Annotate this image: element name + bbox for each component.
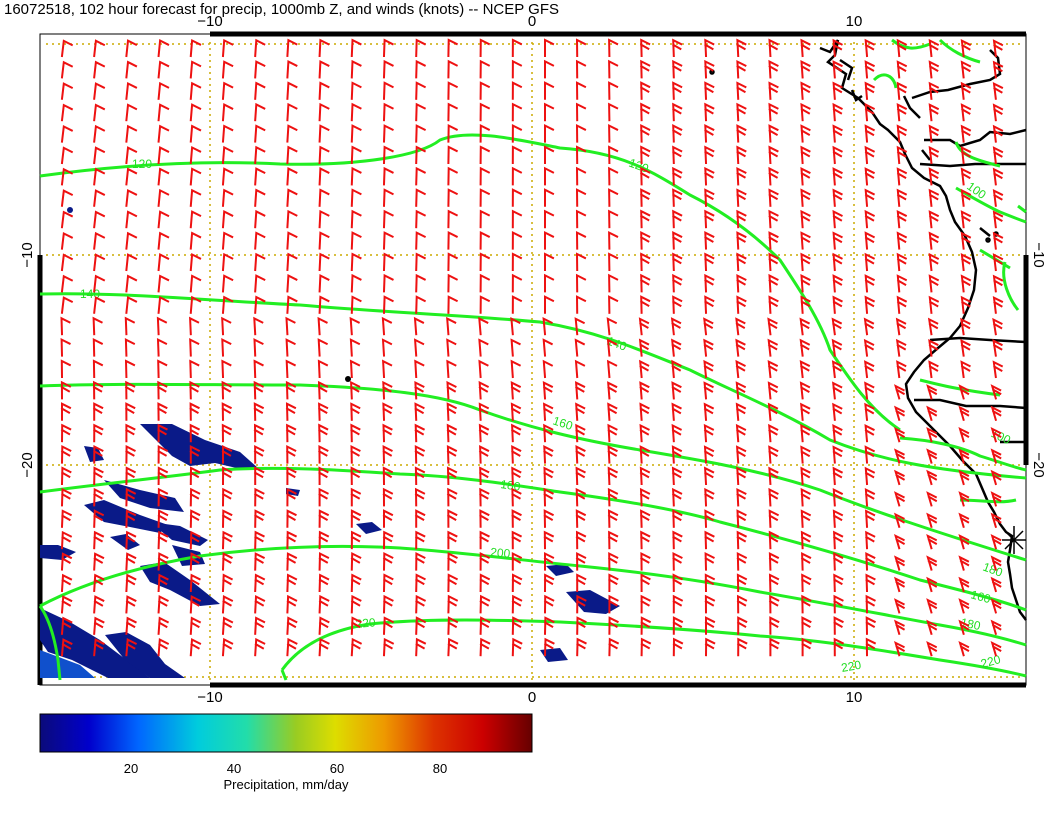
contour-label-220-west: 220 [355,615,376,631]
left-tick-upper: −10 [19,242,36,267]
right-tick-lower: −20 [1030,452,1047,477]
bottom-tick-left: −10 [197,689,222,706]
colorbar-ticks: 20 40 60 80 [124,761,447,776]
colorbar-tick-60: 60 [330,761,344,776]
colorbar-label: Precipitation, mm/day [224,777,349,792]
top-tick-right: 10 [846,13,863,30]
right-tick-upper: −10 [1030,242,1047,267]
bottom-tick-center: 0 [528,689,536,706]
bottom-tick-right: 10 [846,689,863,706]
colorbar-tick-80: 80 [433,761,447,776]
contour-label-200: 200 [490,545,511,561]
precip-colorbar [39,713,533,753]
colorbar-tick-40: 40 [227,761,241,776]
top-tick-center: 0 [528,13,536,30]
colorbar-tick-20: 20 [124,761,138,776]
left-tick-lower: −20 [19,452,36,477]
contour-label-120-west: 120 [132,157,152,171]
top-tick-left: −10 [197,13,222,30]
weather-map-figure: 16072518, 102 hour forecast for precip, … [4,1,1047,792]
map-title: 16072518, 102 hour forecast for precip, … [4,1,559,18]
